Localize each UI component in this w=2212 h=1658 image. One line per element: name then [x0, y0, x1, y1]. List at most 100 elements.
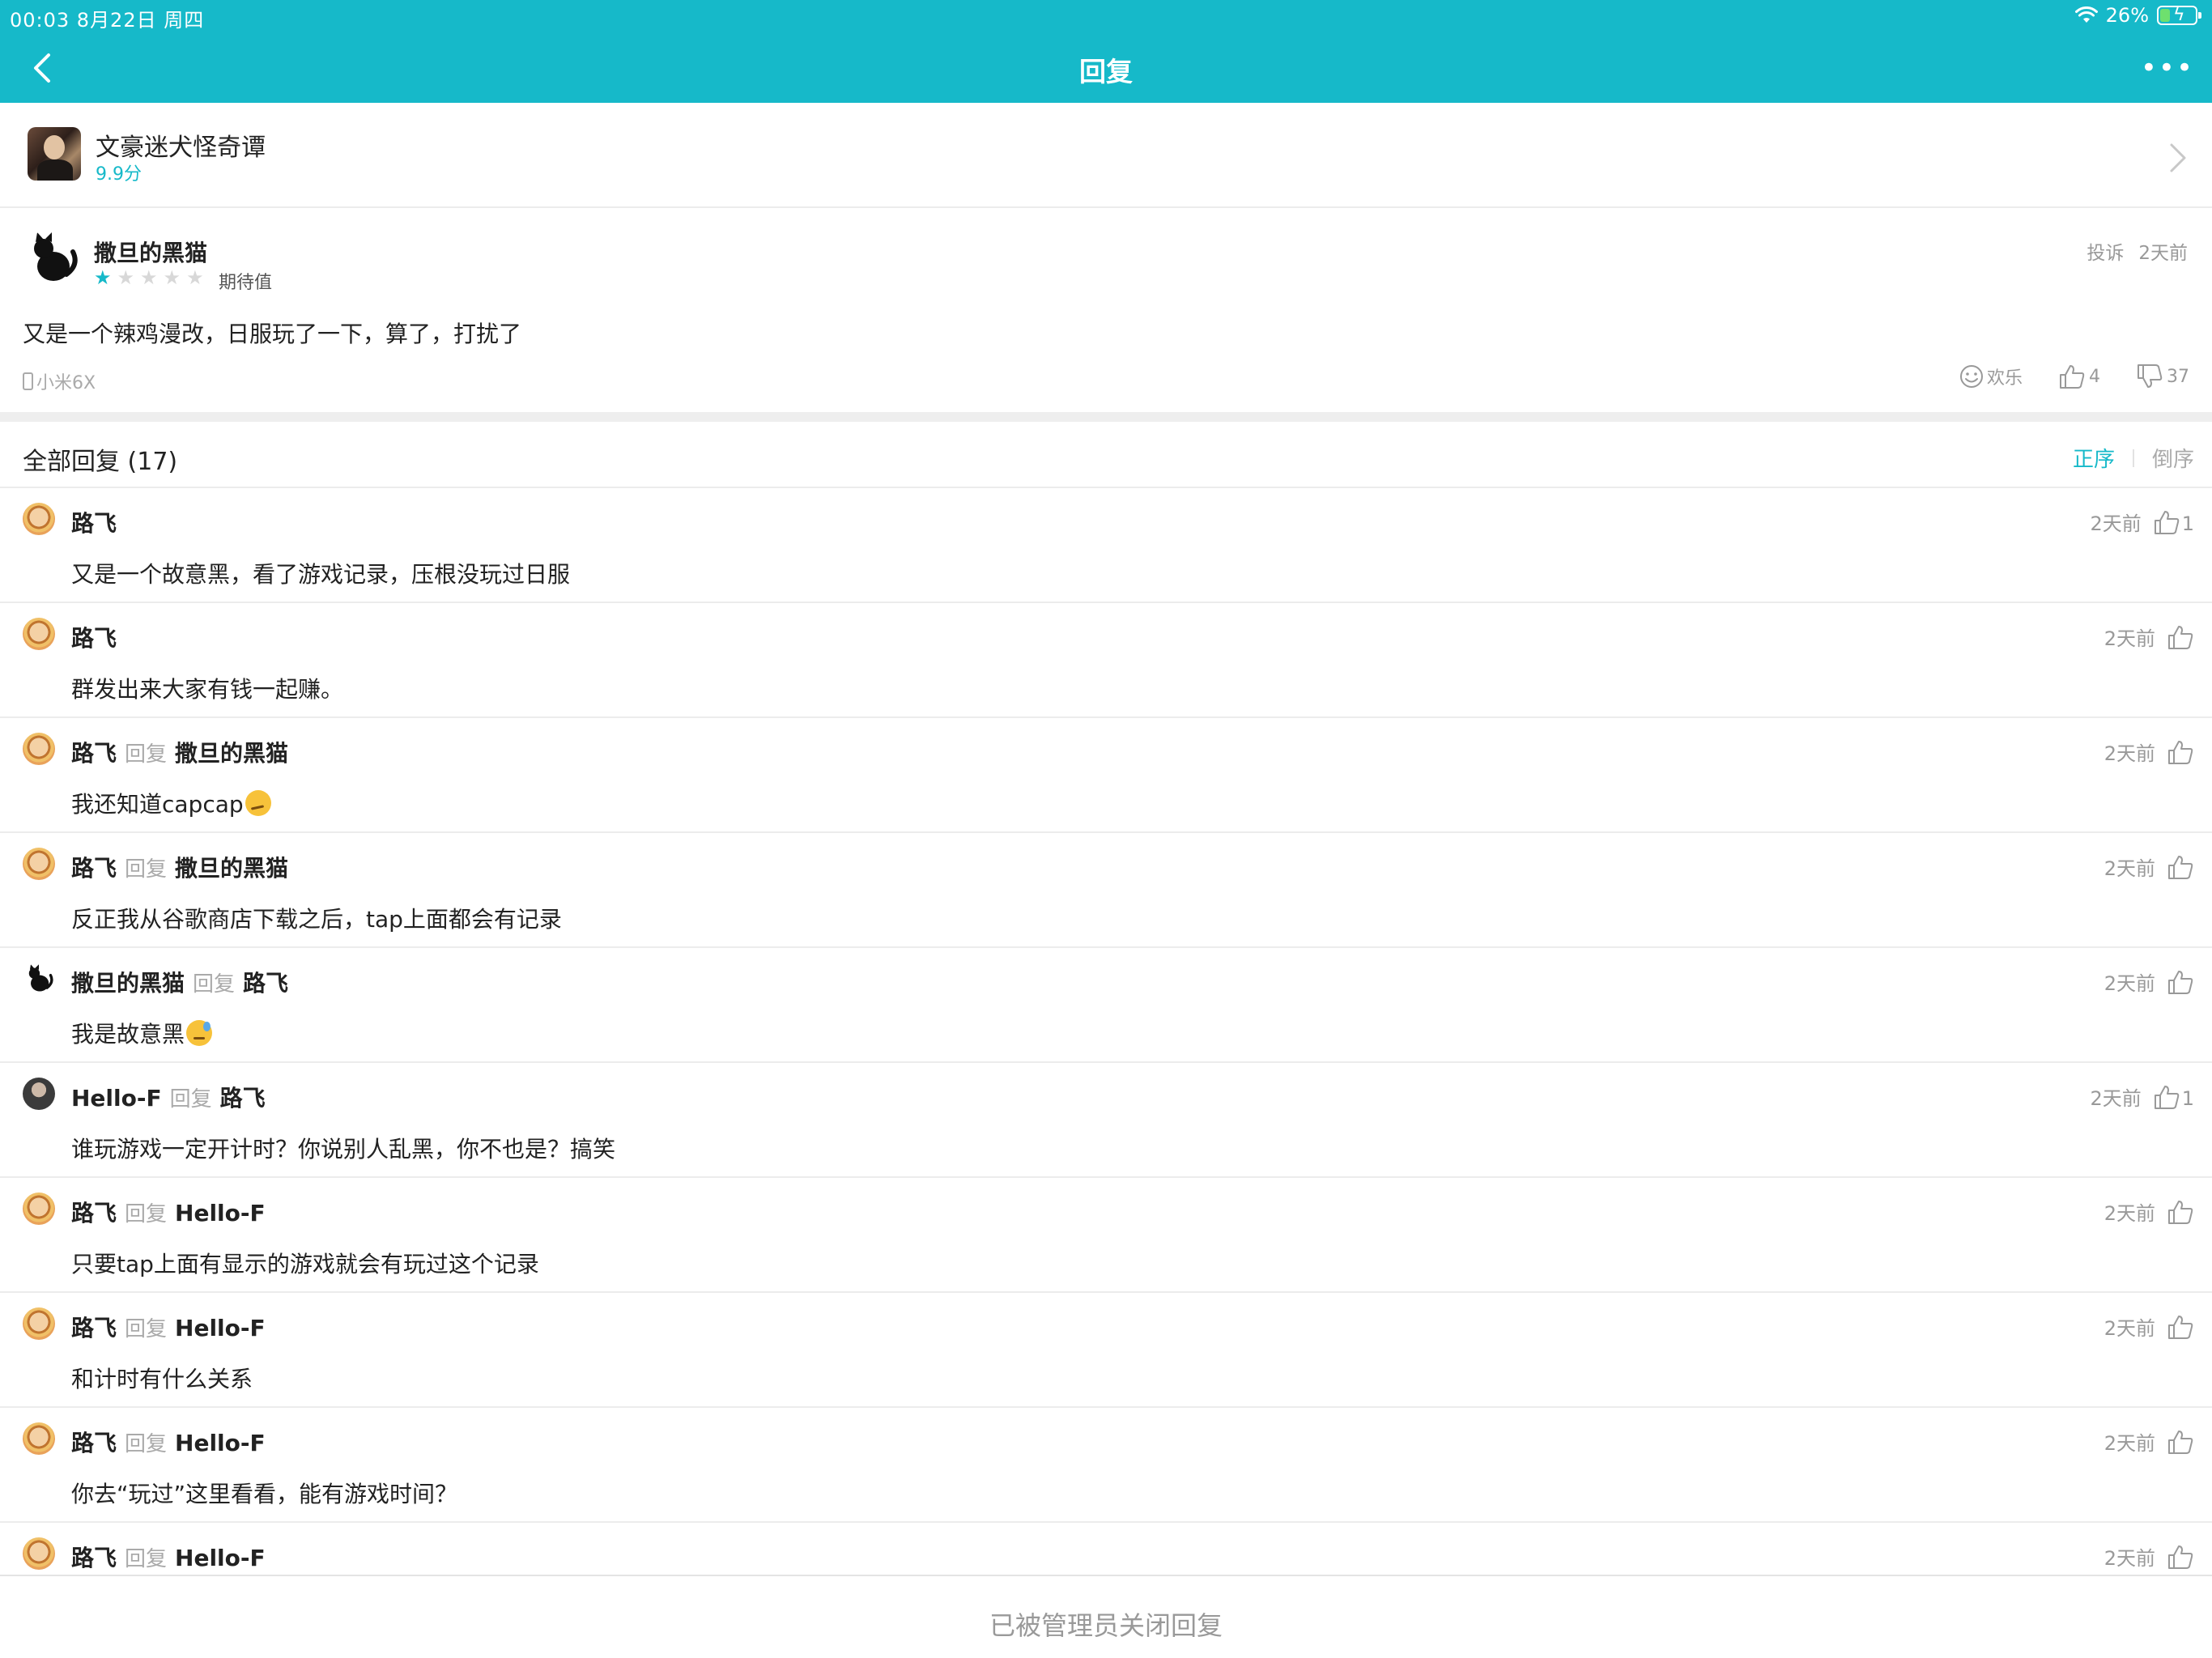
- reply-meta: 2天前: [2104, 1312, 2194, 1341]
- reply-item[interactable]: Hello-F 回复 路飞 谁玩游戏一定开计时？你说别人乱黑，你不也是？搞笑 2天前 1: [0, 1063, 2212, 1178]
- reply-item[interactable]: 路飞 回复 撒旦的黑猫反正我从谷歌商店下载之后，tap上面都会有记录 2天前: [0, 833, 2212, 948]
- reply-author[interactable]: 路飞: [71, 621, 117, 653]
- reply-text-line: 我还知道capcap: [71, 787, 271, 819]
- reply-text-line: 又是一个故意黑，看了游戏记录，压根没玩过日服: [71, 557, 570, 589]
- reply-like-count: 1: [2181, 512, 2194, 535]
- reply-item[interactable]: 路飞又是一个故意黑，看了游戏记录，压根没玩过日服 2天前 1: [0, 488, 2212, 603]
- report-link[interactable]: 投诉: [2087, 237, 2124, 265]
- fun-button[interactable]: 欢乐: [1959, 363, 2023, 389]
- reply-like-button[interactable]: [2167, 1544, 2194, 1570]
- reply-author[interactable]: 路飞: [71, 736, 117, 768]
- main-review: 撒旦的黑猫 ★ ★ ★ ★ ★ 期待值 投诉 2天前 又是一个辣鸡漫改，日服玩了一下，算…: [0, 208, 2212, 412]
- reply-to-label: 回复: [125, 1202, 168, 1226]
- thumbs-up-icon: [2060, 365, 2085, 389]
- reply-author[interactable]: 路飞: [71, 1311, 117, 1343]
- reply-item[interactable]: 路飞 回复 Hello-F 2天前: [0, 1523, 2212, 1575]
- like-button[interactable]: 4: [2058, 363, 2100, 389]
- reply-target[interactable]: Hello-F: [175, 1545, 266, 1571]
- review-author[interactable]: 撒旦的黑猫: [94, 236, 207, 268]
- reply-text-line: 你去“玩过”这里看看，能有游戏时间？: [71, 1477, 457, 1509]
- reply-meta: 2天前: [2104, 623, 2194, 651]
- reply-like-button[interactable]: [2167, 854, 2194, 880]
- reply-to-label: 回复: [193, 972, 236, 997]
- reply-meta: 2天前: [2104, 852, 2194, 881]
- reply-text: 我是故意黑: [71, 1021, 185, 1048]
- reply-target[interactable]: Hello-F: [175, 1200, 266, 1226]
- dislike-count: 37: [2167, 366, 2189, 387]
- thumbs-up-icon: [2154, 1085, 2179, 1109]
- avatar[interactable]: [23, 1078, 55, 1110]
- avatar[interactable]: [23, 503, 55, 535]
- reply-text: 又是一个故意黑，看了游戏记录，压根没玩过日服: [71, 561, 571, 588]
- reply-target[interactable]: 撒旦的黑猫: [175, 736, 288, 768]
- avatar[interactable]: [23, 963, 55, 995]
- reply-target[interactable]: Hello-F: [175, 1315, 266, 1341]
- reply-meta: 2天前: [2104, 1197, 2194, 1226]
- reply-target[interactable]: 撒旦的黑猫: [175, 851, 288, 883]
- avatar[interactable]: [23, 1537, 55, 1570]
- reply-time: 2天前: [2104, 1547, 2155, 1570]
- sort-ascending-button[interactable]: 正序: [2073, 443, 2115, 473]
- thumbs-up-icon: [2168, 970, 2193, 994]
- reply-meta: 2天前 1: [2090, 1082, 2194, 1111]
- reply-author-line: 路飞 回复 撒旦的黑猫: [71, 851, 288, 883]
- game-link-row[interactable]: 文豪迷犬怪奇谭 9.9分: [0, 103, 2212, 208]
- thumbs-up-icon: [2168, 740, 2193, 764]
- reply-like-button[interactable]: [2167, 624, 2194, 650]
- reply-item[interactable]: 路飞 回复 撒旦的黑猫 我还知道capcap 2天前: [0, 718, 2212, 833]
- reply-author[interactable]: 路飞: [71, 851, 117, 883]
- reply-item[interactable]: 路飞 回复 Hello-F 和计时有什么关系 2天前: [0, 1293, 2212, 1408]
- reply-author[interactable]: 撒旦的黑猫: [71, 966, 185, 998]
- black-cat-avatar-icon: [28, 964, 53, 992]
- avatar[interactable]: [23, 229, 81, 287]
- avatar[interactable]: [23, 1307, 55, 1340]
- reply-author[interactable]: 路飞: [71, 506, 117, 538]
- reply-author-line: 路飞 回复 Hello-F: [71, 1196, 266, 1228]
- reply-like-button[interactable]: [2167, 739, 2194, 765]
- reply-item[interactable]: 路飞 回复 Hello-F 你去“玩过”这里看看，能有游戏时间？ 2天前: [0, 1408, 2212, 1523]
- reply-author-line: 路飞 回复 Hello-F: [71, 1426, 266, 1458]
- fun-label: 欢乐: [1986, 368, 2023, 389]
- reply-item[interactable]: 路飞 回复 Hello-F 只要tap上面有显示的游戏就会有玩过这个记录 2天前: [0, 1178, 2212, 1293]
- avatar[interactable]: [23, 733, 55, 765]
- reply-item[interactable]: 路飞群发出来大家有钱一起赚。 2天前: [0, 603, 2212, 718]
- reply-item[interactable]: 撒旦的黑猫 回复 路飞我是故意黑 2天前: [0, 948, 2212, 1063]
- reply-target[interactable]: Hello-F: [175, 1430, 266, 1456]
- star-filled-icon: ★: [94, 266, 112, 289]
- reply-author[interactable]: Hello-F: [71, 1085, 162, 1112]
- avatar[interactable]: [23, 1422, 55, 1455]
- game-title: 文豪迷犬怪奇谭: [96, 134, 266, 162]
- device-name: 小米6X: [36, 373, 96, 393]
- reply-text-line: 群发出来大家有钱一起赚。: [71, 672, 343, 704]
- reply-author-line: 路飞 回复 撒旦的黑猫: [71, 736, 288, 768]
- reply-like-button[interactable]: 1: [2153, 509, 2194, 535]
- reply-like-button[interactable]: [2167, 969, 2194, 995]
- dislike-button[interactable]: 37: [2136, 363, 2189, 389]
- reply-target[interactable]: 路飞: [243, 966, 288, 998]
- avatar[interactable]: [23, 618, 55, 650]
- reply-text-line: 只要tap上面有显示的游戏就会有玩过这个记录: [71, 1247, 539, 1279]
- star-empty-icon: ★: [163, 266, 181, 289]
- sort-descending-button[interactable]: 倒序: [2152, 443, 2194, 473]
- reply-author-line: 撒旦的黑猫 回复 路飞: [71, 966, 288, 998]
- reply-text: 你去“玩过”这里看看，能有游戏时间？: [71, 1481, 458, 1507]
- reply-time: 2天前: [2104, 627, 2155, 650]
- more-options-icon[interactable]: •••: [2141, 52, 2194, 84]
- reply-author[interactable]: 路飞: [71, 1541, 117, 1573]
- reply-like-button[interactable]: [2167, 1314, 2194, 1340]
- reply-author[interactable]: 路飞: [71, 1426, 117, 1458]
- reply-time: 2天前: [2090, 512, 2142, 535]
- reply-text: 反正我从谷歌商店下载之后，tap上面都会有记录: [71, 906, 562, 933]
- reply-text: 谁玩游戏一定开计时？你说别人乱黑，你不也是？搞笑: [71, 1136, 616, 1163]
- reply-like-button[interactable]: 1: [2153, 1084, 2194, 1110]
- reply-author[interactable]: 路飞: [71, 1196, 117, 1228]
- reply-like-button[interactable]: [2167, 1199, 2194, 1225]
- avatar[interactable]: [23, 1192, 55, 1225]
- review-actions: 欢乐 4 37: [1959, 363, 2189, 389]
- reply-time: 2天前: [2104, 972, 2155, 995]
- reply-like-button[interactable]: [2167, 1429, 2194, 1455]
- reply-target[interactable]: 路飞: [220, 1081, 266, 1113]
- reply-text-line: 反正我从谷歌商店下载之后，tap上面都会有记录: [71, 902, 562, 934]
- avatar[interactable]: [23, 848, 55, 880]
- game-score: 9.9分: [96, 164, 142, 185]
